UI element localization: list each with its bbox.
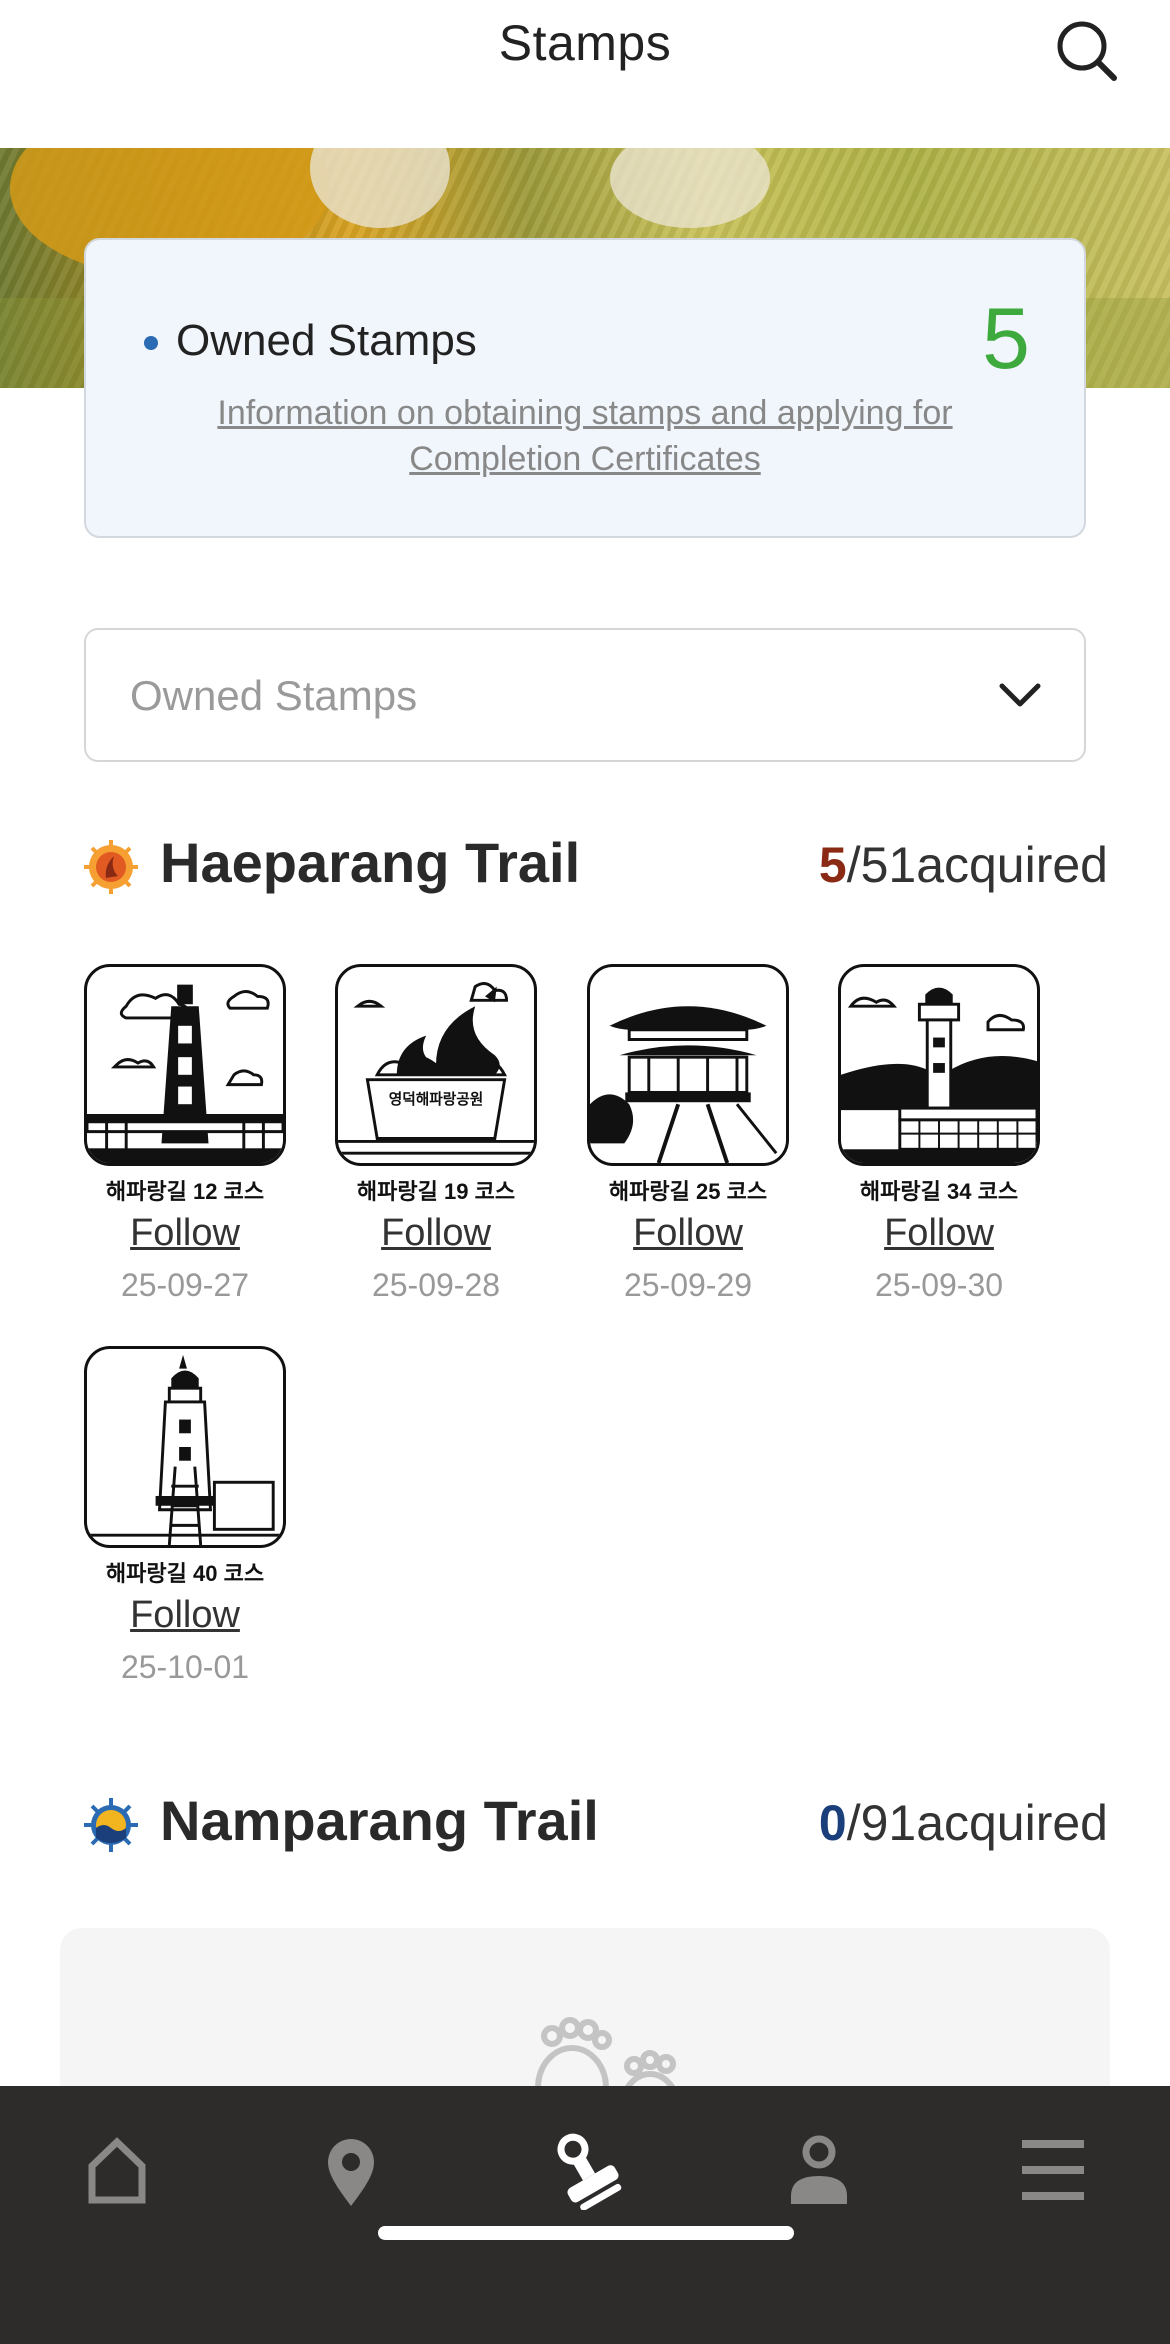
stamp-card[interactable]: 해파랑길 40 코스 Follow 25-10-01 (84, 1346, 286, 1686)
stamp-card[interactable]: 영덕해파랑공원 해파랑길 19 코스 Follow 25-09-28 (335, 964, 537, 1304)
trail-name: Namparang Trail (160, 1789, 599, 1852)
stamp-course-name: 해파랑길 12 코스 (105, 1179, 265, 1204)
trail-header-namparang: Namparang Trail 0/91acquired (84, 1784, 1108, 1864)
nav-menu[interactable] (1008, 2130, 1098, 2210)
stamp-card[interactable]: 해파랑길 34 코스 Follow 25-09-30 (838, 964, 1040, 1304)
acquired-number: 0 (818, 1795, 847, 1851)
person-icon (791, 2135, 847, 2204)
follow-link[interactable]: Follow (84, 1212, 286, 1255)
acquired-total: /51acquired (846, 837, 1108, 893)
haeparang-trail-icon (84, 840, 138, 894)
stamp-image-white-lighthouse (84, 1346, 286, 1548)
trail-name: Haeparang Trail (160, 831, 581, 894)
follow-link[interactable]: Follow (838, 1212, 1040, 1255)
dropdown-selected-value: Owned Stamps (130, 672, 418, 719)
stamps-info-link[interactable]: Information on obtaining stamps and appl… (146, 390, 1024, 482)
search-button[interactable] (1052, 14, 1122, 84)
follow-link[interactable]: Follow (335, 1212, 537, 1255)
nav-profile[interactable] (774, 2130, 864, 2210)
home-indicator[interactable] (378, 2226, 794, 2240)
stamp-course-name: 해파랑길 19 코스 (356, 1179, 516, 1204)
stamp-card[interactable]: 해파랑길 25 코스 Follow 25-09-29 (587, 964, 789, 1304)
owned-stamps-count: 5 (982, 291, 1030, 387)
stamp-filter-dropdown[interactable]: Owned Stamps (84, 628, 1086, 762)
stamp-icon (557, 2133, 622, 2211)
stamp-card[interactable]: 해파랑길 12 코스 Follow 25-09-27 (84, 964, 286, 1304)
trail-acquired-count: 0/91acquired (819, 1794, 1108, 1852)
nav-map[interactable] (306, 2130, 396, 2210)
home-icon (88, 2137, 146, 2204)
follow-link[interactable]: Follow (84, 1594, 286, 1637)
menu-icon (1022, 2140, 1084, 2200)
stamp-date: 25-09-29 (623, 1267, 753, 1303)
stamp-date: 25-09-28 (371, 1267, 501, 1303)
owned-stamps-label: Owned Stamps (176, 316, 477, 365)
acquired-total: /91acquired (846, 1795, 1108, 1851)
nav-stamps[interactable] (540, 2130, 630, 2211)
owned-stamps-card: Owned Stamps 5 Information on obtaining … (84, 238, 1086, 538)
stamp-date: 25-10-01 (120, 1649, 250, 1685)
stamp-image-lighthouse (84, 964, 286, 1166)
follow-link[interactable]: Follow (587, 1212, 789, 1255)
bottom-navigation-bar (0, 2086, 1170, 2344)
stamp-course-name: 해파랑길 34 코스 (859, 1179, 1019, 1204)
trail-acquired-count: 5/51acquired (819, 836, 1108, 894)
namparang-trail-icon (84, 1798, 138, 1852)
monument-sign-text: 영덕해파랑공원 (389, 1090, 484, 1108)
app-header: Stamps (0, 0, 1170, 148)
bullet-dot (144, 336, 158, 350)
map-pin-icon (328, 2139, 374, 2206)
chevron-down-icon (999, 683, 1041, 707)
stamp-image-observation-tower (838, 964, 1040, 1166)
acquired-number: 5 (818, 837, 847, 893)
trail-header-haeparang: Haeparang Trail 5/51acquired (84, 826, 1108, 906)
stamp-date: 25-09-27 (120, 1267, 250, 1303)
nav-home[interactable] (72, 2130, 162, 2210)
page-title: Stamps (498, 15, 672, 71)
stamp-course-name: 해파랑길 25 코스 (608, 1179, 768, 1204)
stamp-date: 25-09-30 (874, 1267, 1004, 1303)
stamp-image-park-monument: 영덕해파랑공원 (335, 964, 537, 1166)
search-icon (1057, 21, 1117, 81)
stamp-image-pavilion (587, 964, 789, 1166)
stamp-course-name: 해파랑길 40 코스 (105, 1561, 265, 1586)
